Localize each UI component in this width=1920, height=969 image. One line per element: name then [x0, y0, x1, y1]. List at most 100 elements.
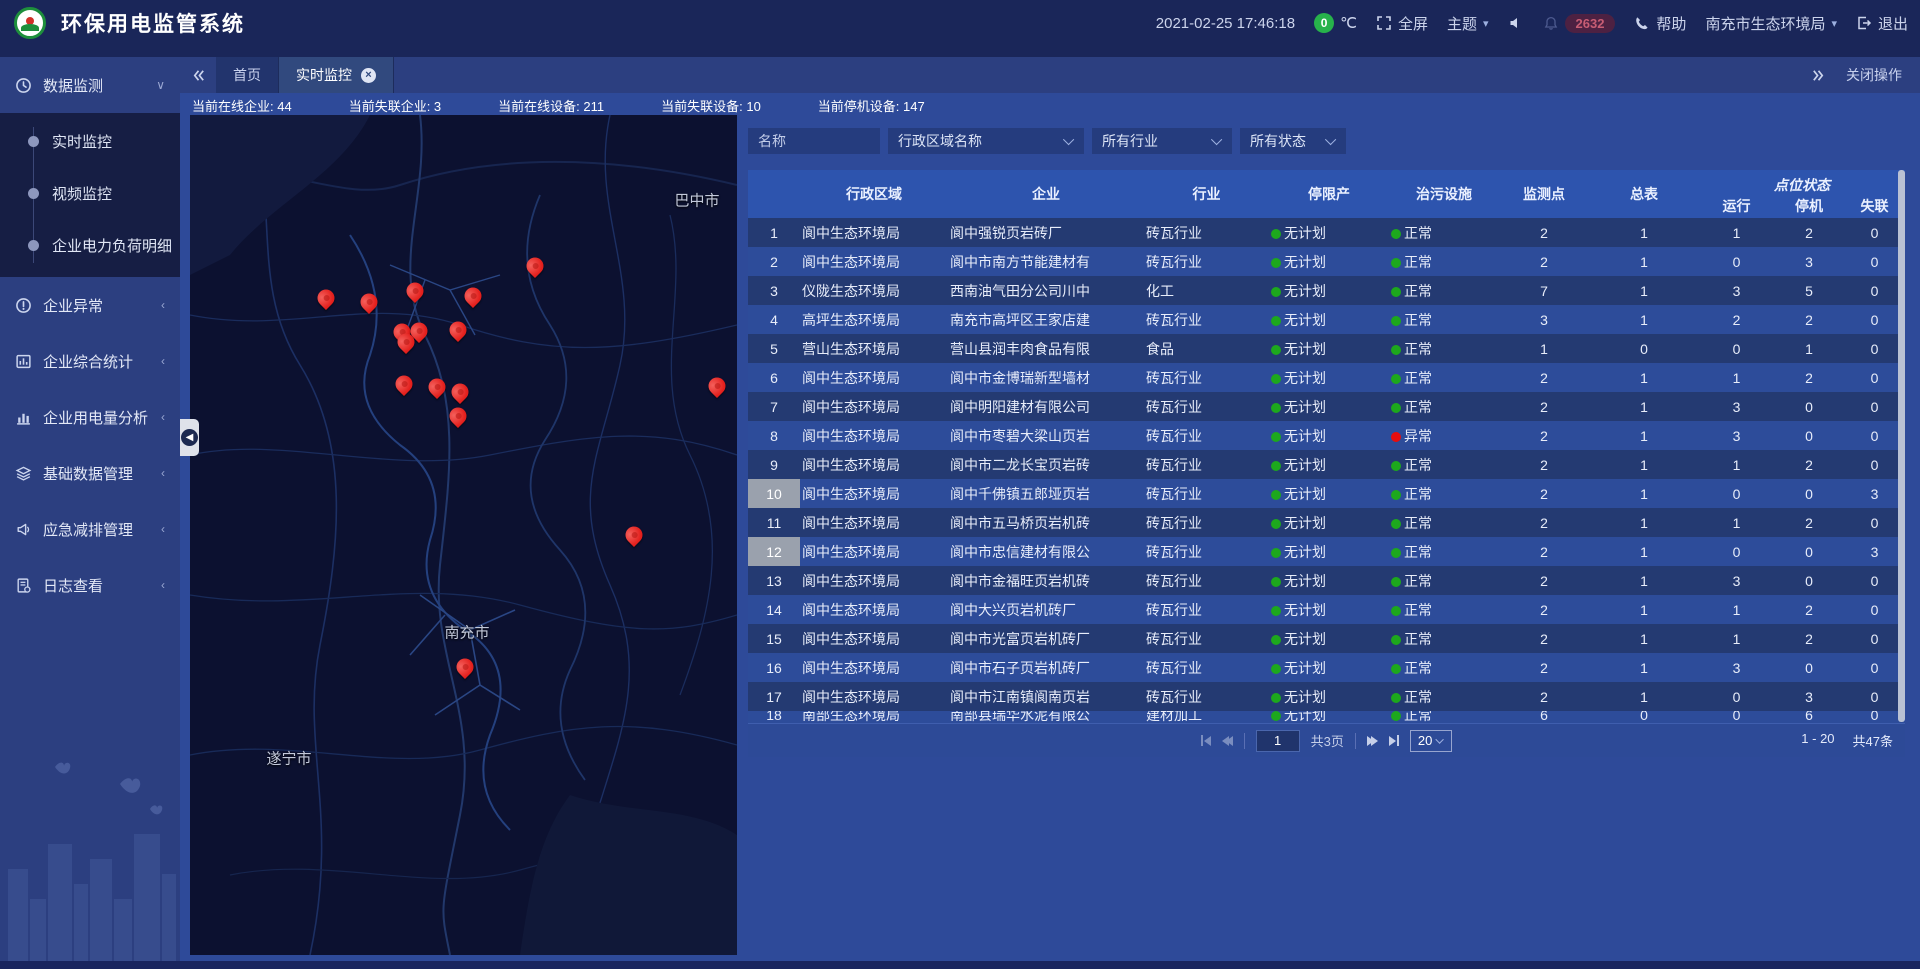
cell-company: 阆中市金福旺页岩机砖	[948, 571, 1144, 591]
table-row[interactable]: 7阆中生态环境局阆中明阳建材有限公司砖瓦行业无计划正常21300	[748, 392, 1905, 421]
cell-facility: 正常	[1389, 711, 1499, 723]
industry-select[interactable]: 所有行业	[1092, 128, 1232, 154]
cell-points: 2	[1499, 254, 1589, 270]
cell-meters: 1	[1589, 573, 1699, 589]
table-row[interactable]: 11阆中生态环境局阆中市五马桥页岩机砖砖瓦行业无计划正常21120	[748, 508, 1905, 537]
theme-dropdown[interactable]: 主题 ▾	[1447, 13, 1489, 34]
table-row[interactable]: 3仪陇生态环境局西南油气田分公司川中化工无计划正常71350	[748, 276, 1905, 305]
fullscreen-button[interactable]: 全屏	[1376, 13, 1428, 34]
submenu-dot	[28, 136, 39, 147]
cell-down: 0	[1774, 399, 1844, 415]
table-row[interactable]: 5营山生态环境局营山县润丰肉食品有限食品无计划正常10010	[748, 334, 1905, 363]
page-number-input[interactable]	[1256, 730, 1300, 752]
table-row[interactable]: 15阆中生态环境局阆中市光富页岩机砖厂砖瓦行业无计划正常21120	[748, 624, 1905, 653]
cell-run: 3	[1699, 283, 1774, 299]
cell-run: 0	[1699, 341, 1774, 357]
cell-region: 阆中生态环境局	[800, 252, 948, 272]
region-select[interactable]: 行政区域名称	[888, 128, 1084, 154]
sidebar-item-label: 企业用电量分析	[43, 407, 148, 428]
cell-lost: 0	[1844, 573, 1905, 589]
close-operations-button[interactable]: 关闭操作	[1846, 65, 1902, 85]
table-row[interactable]: 6阆中生态环境局阆中市金博瑞新型墙材砖瓦行业无计划正常21120	[748, 363, 1905, 392]
sidebar-subitem-实时监控[interactable]: 实时监控	[0, 115, 180, 167]
notifications-button[interactable]: 2632	[1543, 14, 1616, 33]
tab-close-icon[interactable]: ×	[361, 68, 376, 83]
submenu-dot	[28, 240, 39, 251]
bell-icon	[1543, 15, 1559, 31]
sidebar-item-6[interactable]: 应急减排管理‹	[0, 501, 180, 557]
sidebar-subitem-视频监控[interactable]: 视频监控	[0, 167, 180, 219]
logout-button[interactable]: 退出	[1856, 13, 1908, 34]
stats-icon	[15, 353, 32, 370]
sidebar-item-4[interactable]: 企业用电量分析‹	[0, 389, 180, 445]
table-row[interactable]: 9阆中生态环境局阆中市二龙长宝页岩砖砖瓦行业无计划正常21120	[748, 450, 1905, 479]
submenu-item-label: 实时监控	[52, 131, 112, 152]
status-dot-green	[1391, 635, 1401, 645]
cell-run: 3	[1699, 428, 1774, 444]
table-row[interactable]: 4高坪生态环境局南充市高坪区王家店建砖瓦行业无计划正常31220	[748, 305, 1905, 334]
status-dot-green	[1271, 490, 1281, 500]
table-row[interactable]: 18南部生态环境局南部县瑞华水泥有限公建材加工无计划正常60060	[748, 711, 1905, 723]
table-row[interactable]: 10阆中生态环境局阆中千佛镇五郎垭页岩砖瓦行业无计划正常21003	[748, 479, 1905, 508]
speaker-icon	[1508, 15, 1524, 31]
first-page-icon	[1204, 736, 1211, 746]
status-dot-green	[1391, 664, 1401, 674]
sidebar-item-1[interactable]: 数据监测∨	[0, 57, 180, 113]
cell-company: 阆中市南方节能建材有	[948, 252, 1144, 272]
cell-points: 2	[1499, 573, 1589, 589]
mute-button[interactable]	[1508, 15, 1524, 31]
cell-region: 阆中生态环境局	[800, 542, 948, 562]
status-dot-green	[1271, 403, 1281, 413]
layers-icon	[15, 465, 32, 482]
col-industry: 行业	[1144, 184, 1269, 204]
table-row[interactable]: 16阆中生态环境局阆中市石子页岩机砖厂砖瓦行业无计划正常21300	[748, 653, 1905, 682]
cell-down: 2	[1774, 312, 1844, 328]
map-panel[interactable]: 巴中市南充市遂宁市	[190, 115, 737, 955]
prev-page-button[interactable]	[1222, 736, 1233, 746]
tabs-scroll-left-button[interactable]	[180, 57, 216, 93]
next-page-button[interactable]	[1367, 736, 1378, 746]
cell-meters: 1	[1589, 631, 1699, 647]
page-size-select[interactable]: 20	[1410, 730, 1452, 752]
cell-company: 阆中明阳建材有限公司	[948, 397, 1144, 417]
table-row[interactable]: 13阆中生态环境局阆中市金福旺页岩机砖砖瓦行业无计划正常21300	[748, 566, 1905, 595]
table-row[interactable]: 8阆中生态环境局阆中市枣碧大梁山页岩砖瓦行业无计划异常21300	[748, 421, 1905, 450]
cell-run: 1	[1699, 457, 1774, 473]
cell-industry: 砖瓦行业	[1144, 687, 1269, 707]
cell-plan: 无计划	[1269, 629, 1389, 649]
table-row[interactable]: 14阆中生态环境局阆中大兴页岩机砖厂砖瓦行业无计划正常21120	[748, 595, 1905, 624]
tab-首页[interactable]: 首页	[216, 57, 279, 93]
cell-run: 1	[1699, 225, 1774, 241]
status-dot-green	[1391, 711, 1401, 721]
tabs-scroll-right-button[interactable]	[1811, 68, 1826, 83]
sidebar-item-7[interactable]: 日志查看‹	[0, 557, 180, 613]
cell-region: 阆中生态环境局	[800, 571, 948, 591]
last-page-button[interactable]	[1389, 735, 1399, 746]
sidebar-item-3[interactable]: 企业综合统计‹	[0, 333, 180, 389]
cell-industry: 砖瓦行业	[1144, 368, 1269, 388]
cell-industry: 砖瓦行业	[1144, 455, 1269, 475]
first-page-button[interactable]	[1201, 735, 1211, 746]
tab-实时监控[interactable]: 实时监控×	[279, 57, 394, 93]
chevron-down-icon	[1211, 134, 1222, 145]
sidebar-collapse-handle[interactable]: ◀	[180, 419, 199, 456]
help-button[interactable]: 帮助	[1634, 13, 1686, 34]
table-row[interactable]: 12阆中生态环境局阆中市忠信建材有限公砖瓦行业无计划正常21003	[748, 537, 1905, 566]
table-row[interactable]: 1阆中生态环境局阆中强锐页岩砖厂砖瓦行业无计划正常21120	[748, 218, 1905, 247]
sidebar-item-2[interactable]: 企业异常‹	[0, 277, 180, 333]
cell-region: 南部生态环境局	[800, 711, 948, 723]
cell-lost: 0	[1844, 283, 1905, 299]
table-scrollbar[interactable]	[1898, 170, 1905, 722]
org-dropdown[interactable]: 南充市生态环境局 ▾	[1705, 13, 1837, 34]
cell-row-number: 17	[748, 682, 800, 711]
name-search-input[interactable]: 名称	[748, 128, 880, 154]
sidebar-item-5[interactable]: 基础数据管理‹	[0, 445, 180, 501]
record-total-label: 共47条	[1853, 731, 1893, 750]
sidebar-subitem-企业电力负荷明细[interactable]: 企业电力负荷明细	[0, 219, 180, 271]
cell-points: 2	[1499, 225, 1589, 241]
table-row[interactable]: 2阆中生态环境局阆中市南方节能建材有砖瓦行业无计划正常21030	[748, 247, 1905, 276]
table-row[interactable]: 17阆中生态环境局阆中市江南镇阆南页岩砖瓦行业无计划正常21030	[748, 682, 1905, 711]
cell-plan: 无计划	[1269, 368, 1389, 388]
map-city-label-巴中市: 巴中市	[674, 190, 719, 211]
status-select[interactable]: 所有状态	[1240, 128, 1346, 154]
